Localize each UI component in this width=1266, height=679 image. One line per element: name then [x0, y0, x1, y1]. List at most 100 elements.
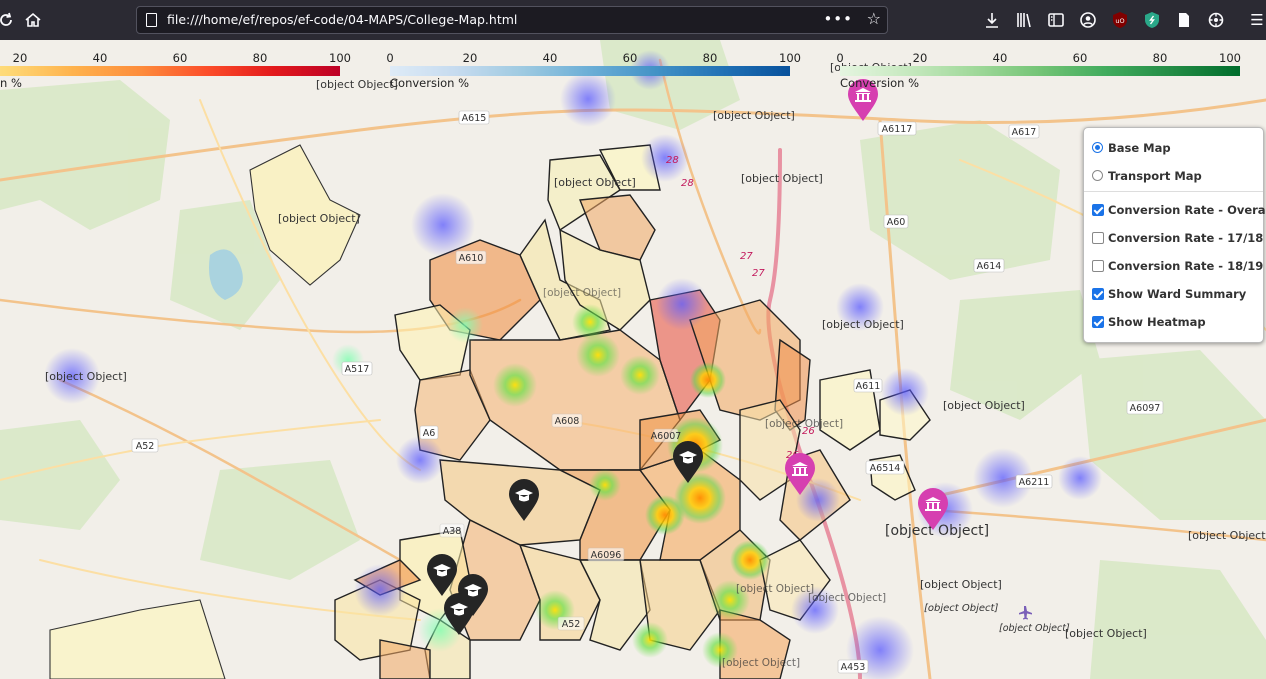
conversion-1718-label[interactable]: Conversion Rate - 17/18	[1108, 231, 1263, 245]
svg-text:27: 27	[752, 268, 765, 279]
svg-text:[object Object]: [object Object]	[822, 318, 904, 331]
svg-text:[object Object]: [object Object]	[943, 399, 1025, 412]
conversion-1718-checkbox[interactable]	[1092, 232, 1104, 244]
menu-icon[interactable]: ☰	[1245, 8, 1266, 32]
page-icon	[146, 13, 157, 27]
color-legend-blues: 0 20 40 60 80 100 Conversion %	[386, 51, 801, 91]
road-label: A617	[1008, 124, 1040, 139]
ublock-icon[interactable]: uO	[1108, 8, 1132, 32]
legend-tick: 80	[702, 51, 718, 65]
extension-icon[interactable]	[1140, 8, 1164, 32]
road-label: A52	[557, 616, 585, 631]
library-icon[interactable]	[1012, 8, 1036, 32]
reader-icon[interactable]	[1172, 8, 1196, 32]
svg-text:A611: A611	[856, 381, 881, 392]
ward-summary-label[interactable]: Show Ward Summary	[1108, 287, 1246, 301]
road-label: A615	[458, 110, 490, 125]
color-legend-greens: 0 20 40 60 80 100 Conversion %	[836, 51, 1241, 91]
svg-text:A614: A614	[977, 261, 1002, 272]
conversion-overall-checkbox[interactable]	[1092, 204, 1104, 216]
svg-text:[object Object]: [object Object]	[765, 418, 843, 430]
svg-text:28: 28	[666, 155, 679, 166]
svg-text:A6097: A6097	[1130, 403, 1161, 414]
legend-tick: 100	[1219, 51, 1241, 65]
legend-tick: 60	[622, 51, 638, 65]
svg-text:A6211: A6211	[1019, 477, 1050, 488]
svg-text:A6514: A6514	[870, 463, 901, 474]
legend-tick: 40	[992, 51, 1008, 65]
svg-text:[object Object]: [object Object]	[1188, 529, 1266, 542]
road-label: A6007	[651, 428, 682, 443]
legend-caption: Conversion %	[390, 76, 470, 90]
svg-text:A610: A610	[459, 253, 484, 264]
download-icon[interactable]	[980, 8, 1004, 32]
svg-text:A52: A52	[562, 619, 581, 630]
legend-tick: 0	[836, 51, 844, 65]
legend-tick: 100	[329, 51, 351, 65]
svg-text:A52: A52	[136, 441, 155, 452]
account-icon[interactable]	[1076, 8, 1100, 32]
legend-tick: 60	[172, 51, 188, 65]
svg-text:A6096: A6096	[591, 550, 622, 561]
more-icon[interactable]: •••	[823, 10, 853, 28]
layers-control: Base Map Transport Map Conversion Rate -…	[1083, 127, 1266, 343]
color-legend-ylorrd: 20 40 60 80 100 n %	[0, 51, 351, 91]
svg-text:[object Object]: [object Object]	[999, 623, 1070, 634]
conversion-1819-label[interactable]: Conversion Rate - 18/19	[1108, 259, 1263, 273]
legend-caption: n %	[0, 76, 22, 90]
svg-text:[object Object]: [object Object]	[713, 109, 795, 122]
legend-caption: Conversion %	[840, 76, 920, 90]
heatmap-checkbox[interactable]	[1092, 316, 1104, 328]
legend-tick: 40	[92, 51, 108, 65]
svg-text:A617: A617	[1012, 127, 1037, 138]
road-label: A60	[883, 214, 909, 229]
svg-text:uO: uO	[1115, 17, 1124, 25]
legend-tick: 0	[386, 51, 394, 65]
road-label: A6	[419, 425, 439, 440]
ward-summary-checkbox[interactable]	[1092, 288, 1104, 300]
map-canvas[interactable]: A615 A6117 A617 A60 A614 A517 A611 A6097…	[0, 40, 1266, 679]
svg-text:[object Object]: [object Object]	[741, 172, 823, 185]
legend-tick: 20	[462, 51, 478, 65]
road-label: A6096	[587, 547, 625, 562]
svg-text:A615: A615	[462, 113, 487, 124]
bookmark-star-icon[interactable]: ☆	[867, 9, 881, 28]
svg-text:[object Object]: [object Object]	[278, 212, 360, 225]
conversion-overall-label[interactable]: Conversion Rate - Overall	[1108, 203, 1266, 217]
svg-text:[object Object]: [object Object]	[1065, 627, 1147, 640]
legend-gradient-bar	[0, 66, 340, 76]
svg-text:[object Object]: [object Object]	[808, 592, 886, 604]
svg-text:27: 27	[740, 251, 753, 262]
legend-tick: 100	[779, 51, 801, 65]
url-text[interactable]: file:///home/ef/repos/ef-code/04-MAPS/Co…	[167, 12, 517, 27]
settings-icon[interactable]	[1204, 8, 1228, 32]
svg-text:A6117: A6117	[882, 124, 913, 135]
svg-text:A6: A6	[423, 428, 436, 439]
base-map-label[interactable]: Base Map	[1108, 141, 1171, 155]
road-label: A610	[455, 250, 487, 265]
legend-tick: 20	[12, 51, 28, 65]
browser-toolbar: file:///home/ef/repos/ef-code/04-MAPS/Co…	[0, 0, 1266, 40]
transport-map-label[interactable]: Transport Map	[1108, 169, 1202, 183]
conversion-1819-checkbox[interactable]	[1092, 260, 1104, 272]
svg-text:A38: A38	[443, 526, 462, 537]
home-icon[interactable]	[21, 8, 45, 32]
legend-gradient-bar	[390, 66, 790, 76]
transport-map-radio[interactable]	[1092, 170, 1103, 181]
url-bar[interactable]: file:///home/ef/repos/ef-code/04-MAPS/Co…	[136, 6, 888, 34]
sidebar-icon[interactable]	[1044, 8, 1068, 32]
heatmap-label[interactable]: Show Heatmap	[1108, 315, 1206, 329]
svg-text:[object Object]: [object Object]	[554, 176, 636, 189]
road-label: A614	[973, 258, 1005, 273]
road-label: A6514	[865, 460, 905, 475]
svg-text:A6007: A6007	[651, 431, 682, 442]
legend-tick: 20	[912, 51, 928, 65]
svg-text:28: 28	[681, 178, 694, 189]
reload-icon[interactable]	[0, 8, 18, 32]
legend-gradient-bar	[840, 66, 1240, 76]
svg-text:[object Object]: [object Object]	[543, 287, 621, 299]
base-map-radio[interactable]	[1092, 142, 1103, 153]
road-label: A453	[837, 659, 869, 674]
svg-text:A608: A608	[555, 416, 580, 427]
svg-text:A517: A517	[345, 364, 370, 375]
